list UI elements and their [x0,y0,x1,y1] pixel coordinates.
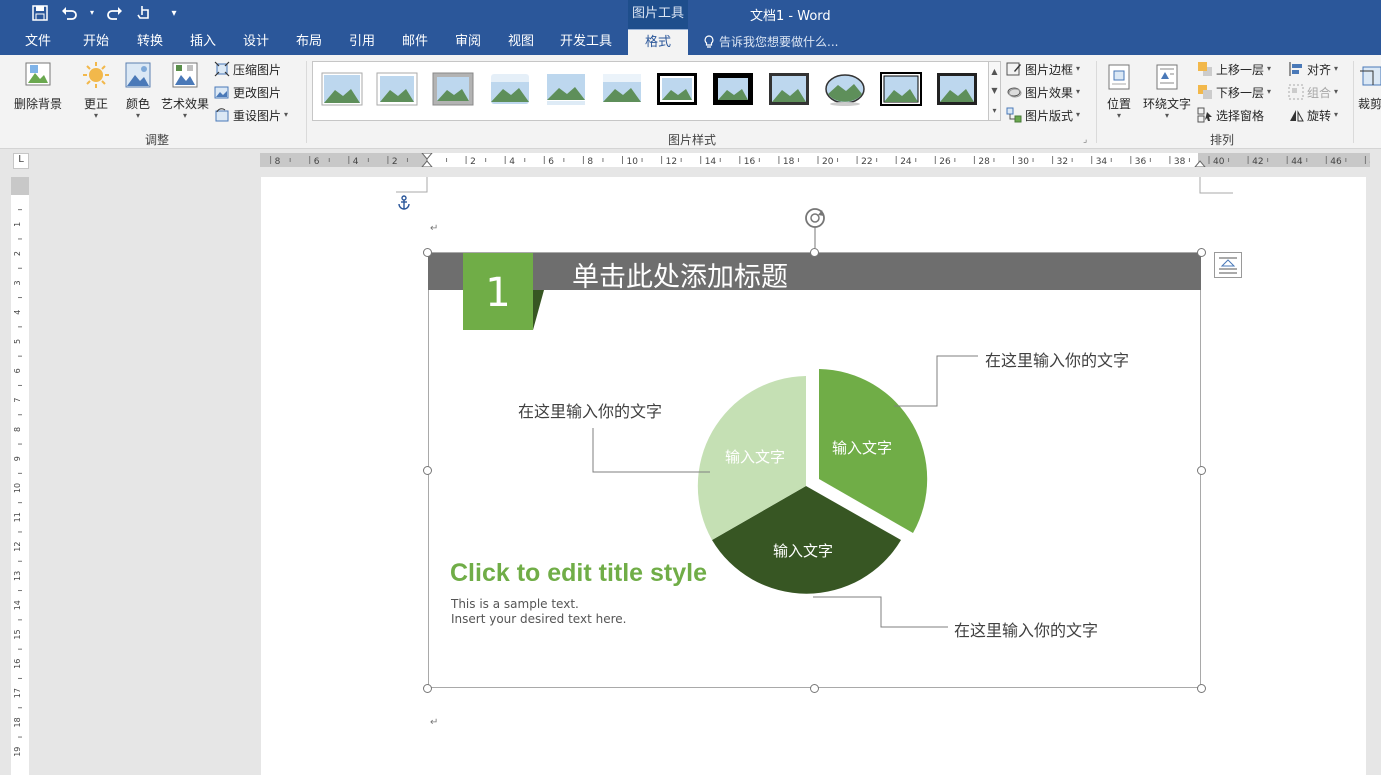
pie-label-1: 输入文字 [832,439,893,457]
edit-title-text: Click to edit title style [450,559,708,587]
leader-line-bottom-right [813,596,948,628]
resize-handle-top-right[interactable] [1197,248,1206,257]
pie-label-2: 输入文字 [773,542,834,560]
resize-handle-left[interactable] [423,466,432,475]
slide-header-bar [428,253,1201,290]
sample-line-1: This is a sample text. [451,597,579,611]
layout-options-icon [1219,257,1237,274]
rotation-handle[interactable] [800,206,830,250]
leader-line-top-right [894,355,978,407]
number-box-fold [533,290,544,330]
resize-handle-right[interactable] [1197,466,1206,475]
slide-graphics [428,253,1201,628]
slide-number: 1 [485,269,511,316]
word-window: ▾ ▾ 图片工具 文档1 - Word 文件 开始 转换 插入 设计 布局 引用… [0,0,1381,775]
leader-line-left [592,428,710,473]
resize-handle-bottom[interactable] [810,684,819,693]
slide-header-title: 单击此处添加标题 [572,262,788,293]
sample-line-2: Insert your desired text here. [451,612,627,626]
layout-options-button[interactable] [1214,252,1242,278]
callout-left: 在这里输入你的文字 [518,402,663,421]
resize-handle-top-left[interactable] [423,248,432,257]
resize-handle-bottom-left[interactable] [423,684,432,693]
resize-handle-bottom-right[interactable] [1197,684,1206,693]
callout-bottom-right: 在这里输入你的文字 [954,621,1099,640]
callout-top-right: 在这里输入你的文字 [985,351,1130,370]
pie-label-3: 输入文字 [725,448,786,466]
sample-text: This is a sample text. Insert your desir… [451,597,626,627]
